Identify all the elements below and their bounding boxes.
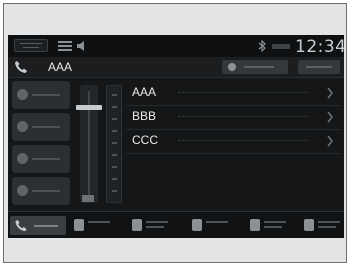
phone-screen: 12:34 AAA AAA BBB CCC: [8, 35, 344, 238]
divider: [178, 92, 308, 94]
keypad-icon: [74, 219, 84, 231]
chevron-right-icon: [327, 87, 333, 99]
home-button[interactable]: [14, 39, 48, 52]
contacts-icon: [17, 153, 28, 164]
bottom-item-3[interactable]: [192, 217, 236, 234]
scroll-handle[interactable]: [76, 105, 102, 110]
keypad-button[interactable]: [222, 60, 288, 74]
sidebar-item-contacts[interactable]: [12, 145, 70, 173]
divider: [178, 116, 308, 118]
contact-name: BBB: [132, 109, 157, 123]
bottom-item-1[interactable]: [74, 217, 114, 234]
speaker-icon[interactable]: [76, 40, 88, 52]
contact-list: AAA BBB CCC: [126, 81, 340, 205]
button-label: [264, 226, 282, 228]
button-label: [244, 66, 274, 68]
sidebar-item-label: [32, 126, 60, 128]
bottom-item-4[interactable]: [250, 217, 294, 234]
sidebar: [12, 81, 70, 206]
status-bar: 12:34: [8, 35, 344, 57]
button-label: [318, 221, 340, 223]
menu-icon[interactable]: [58, 41, 72, 51]
chevron-right-icon: [327, 111, 333, 123]
star-icon: [17, 121, 28, 132]
device-icon: [192, 219, 202, 231]
button-label: [146, 221, 168, 223]
button-label: [88, 221, 110, 223]
button-label: [306, 66, 332, 68]
sidebar-item-keypad[interactable]: [12, 177, 70, 205]
scroll-bottom-icon[interactable]: [82, 195, 94, 202]
phone-icon: [15, 61, 27, 73]
page-title: AAA: [48, 60, 73, 74]
button-label: [146, 226, 164, 228]
contact-name: CCC: [132, 133, 158, 147]
phone-icon: [15, 219, 27, 232]
search-button[interactable]: [298, 60, 340, 74]
button-label: [318, 226, 336, 228]
signal-icon: [272, 44, 290, 49]
bottom-item-2[interactable]: [132, 217, 176, 234]
sidebar-item-label: [32, 94, 60, 96]
button-label: [206, 221, 228, 223]
person-icon: [228, 63, 236, 71]
phone-device-icon: [132, 219, 142, 231]
sidebar-item-recent[interactable]: [12, 81, 70, 109]
clock-icon: [17, 89, 28, 100]
settings-icon: [304, 219, 314, 231]
message-icon: [250, 219, 260, 231]
clock: 12:34: [295, 37, 344, 57]
bottom-bar: [8, 211, 344, 238]
button-label: [34, 225, 58, 227]
phone-tab-button[interactable]: [10, 216, 66, 235]
divider: [178, 140, 308, 142]
bottom-item-5[interactable]: [304, 217, 344, 234]
list-item[interactable]: CCC: [126, 129, 340, 154]
keypad-icon: [17, 185, 28, 196]
scroll-slider[interactable]: [80, 85, 98, 203]
header-bar: AAA: [8, 57, 344, 78]
sidebar-item-favorites[interactable]: [12, 113, 70, 141]
sidebar-item-label: [32, 190, 60, 192]
chevron-right-icon: [327, 135, 333, 147]
button-label: [264, 221, 286, 223]
alphabet-index[interactable]: [106, 85, 122, 203]
list-item[interactable]: BBB: [126, 105, 340, 130]
sidebar-item-label: [32, 158, 60, 160]
device-frame: 12:34 AAA AAA BBB CCC: [3, 3, 347, 263]
contact-name: AAA: [132, 85, 157, 99]
list-item[interactable]: AAA: [126, 81, 340, 106]
bluetooth-icon: [258, 40, 266, 52]
